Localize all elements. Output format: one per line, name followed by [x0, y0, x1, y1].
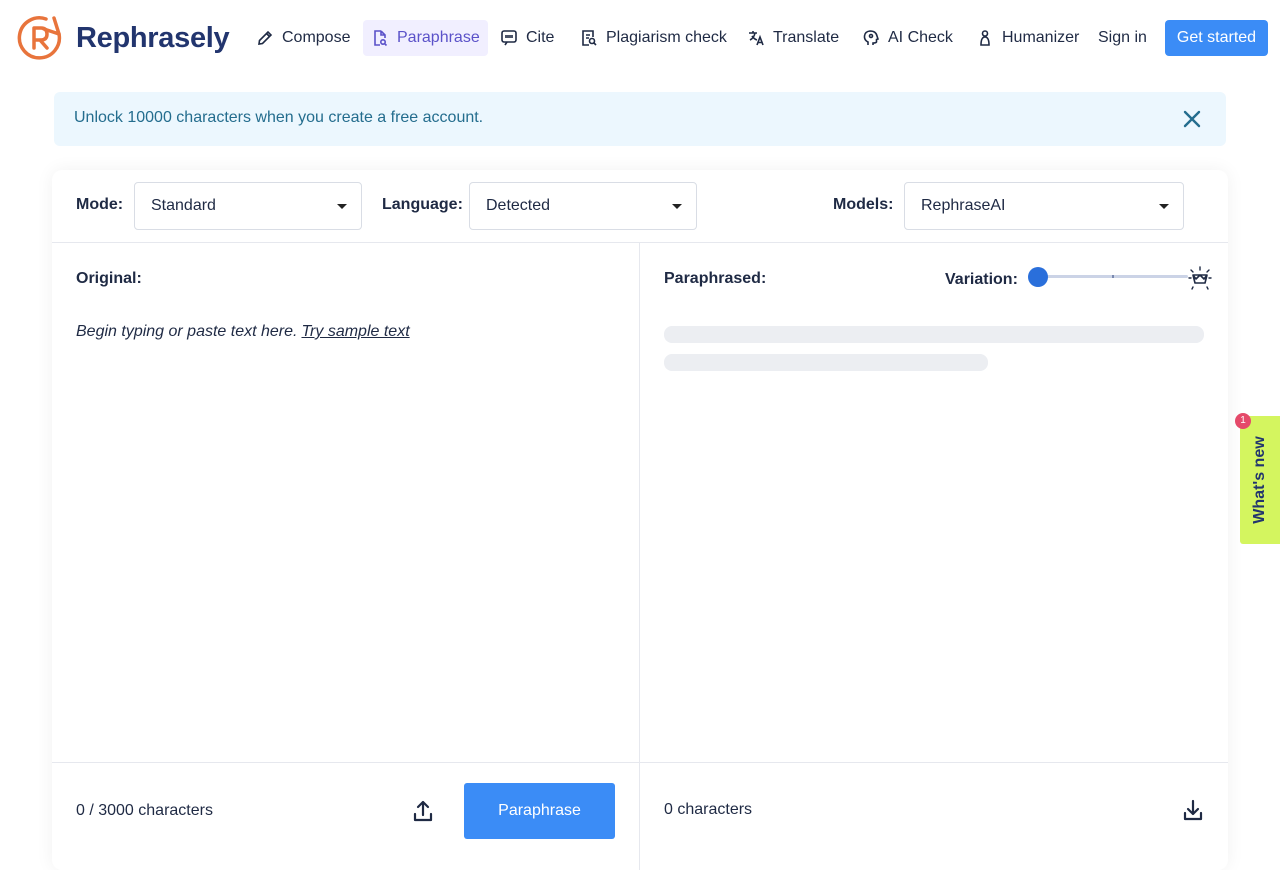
variation-slider-tick	[1112, 275, 1114, 278]
brand-logo[interactable]: Rephrasely	[16, 14, 230, 62]
nav-compose[interactable]: Compose	[248, 20, 358, 56]
nav-humanizer-label: Humanizer	[1002, 29, 1080, 46]
loading-skeleton-line	[664, 326, 1204, 343]
nav-translate[interactable]: Translate	[739, 20, 847, 56]
nav-ai-check[interactable]: AI Check	[854, 20, 961, 56]
chevron-down-icon	[1159, 204, 1169, 209]
signup-banner: Unlock 10000 characters when you create …	[54, 92, 1226, 146]
nav-translate-label: Translate	[773, 29, 840, 46]
top-navigation: Rephrasely Compose Paraphrase Cite Plagi…	[0, 0, 1280, 76]
variation-label: Variation:	[945, 271, 1018, 288]
translate-icon	[749, 31, 764, 46]
nav-ai-check-label: AI Check	[888, 29, 953, 46]
paraphrased-title: Paraphrased:	[664, 270, 767, 287]
person-icon	[980, 30, 990, 46]
nav-paraphrase[interactable]: Paraphrase	[363, 20, 488, 56]
footer-divider	[52, 762, 1228, 763]
loading-skeleton-line	[664, 354, 988, 371]
whats-new-label: What's new	[1251, 436, 1268, 524]
original-character-count: 0 / 3000 characters	[76, 802, 213, 819]
variation-slider-thumb[interactable]	[1028, 267, 1048, 287]
original-text-input[interactable]: Begin typing or paste text here. Try samp…	[76, 323, 410, 341]
original-placeholder: Begin typing or paste text here.	[76, 323, 298, 340]
nav-cite[interactable]: Cite	[492, 20, 562, 56]
banner-text: Unlock 10000 characters when you create …	[74, 109, 484, 126]
magic-variation-icon[interactable]	[1187, 265, 1213, 291]
pane-divider	[639, 243, 640, 870]
language-value: Detected	[486, 197, 551, 214]
brain-icon	[863, 30, 880, 45]
settings-toolbar: Mode: Standard Language: Detected Models…	[52, 170, 1228, 243]
try-sample-text-link[interactable]: Try sample text	[301, 323, 409, 340]
chevron-down-icon	[337, 204, 347, 209]
mode-value: Standard	[151, 197, 216, 214]
mode-label: Mode:	[76, 196, 124, 213]
sign-in-link[interactable]: Sign in	[1098, 20, 1147, 56]
download-icon[interactable]	[1182, 798, 1204, 822]
mode-select[interactable]: Standard	[134, 182, 362, 230]
get-started-button[interactable]: Get started	[1165, 20, 1268, 56]
nav-plagiarism-check[interactable]: Plagiarism check	[572, 20, 735, 56]
nav-paraphrase-label: Paraphrase	[397, 29, 480, 46]
nav-compose-label: Compose	[282, 29, 351, 46]
chevron-down-icon	[672, 204, 682, 209]
document-search-icon	[374, 30, 388, 47]
upload-icon[interactable]	[412, 799, 434, 823]
language-label: Language:	[382, 196, 463, 213]
pencil-icon	[258, 30, 273, 45]
models-label: Models:	[833, 196, 894, 213]
original-title: Original:	[76, 270, 142, 287]
paraphrase-button[interactable]: Paraphrase	[464, 783, 615, 839]
close-icon[interactable]	[1182, 109, 1202, 129]
document-magnifier-icon	[582, 30, 597, 46]
language-select[interactable]: Detected	[469, 182, 697, 230]
models-value: RephraseAI	[921, 197, 1006, 214]
whats-new-tab[interactable]: What's new	[1240, 416, 1280, 544]
nav-humanizer[interactable]: Humanizer	[968, 20, 1087, 56]
notification-badge: 1	[1235, 413, 1251, 429]
brand-name: Rephrasely	[76, 21, 230, 54]
nav-cite-label: Cite	[526, 29, 555, 46]
logo-mark-icon	[17, 16, 62, 60]
quote-icon	[501, 30, 517, 46]
paraphrased-character-count: 0 characters	[664, 801, 753, 818]
models-select[interactable]: RephraseAI	[904, 182, 1184, 230]
paraphraser-card: Mode: Standard Language: Detected Models…	[52, 170, 1228, 870]
nav-plagiarism-label: Plagiarism check	[606, 29, 727, 46]
